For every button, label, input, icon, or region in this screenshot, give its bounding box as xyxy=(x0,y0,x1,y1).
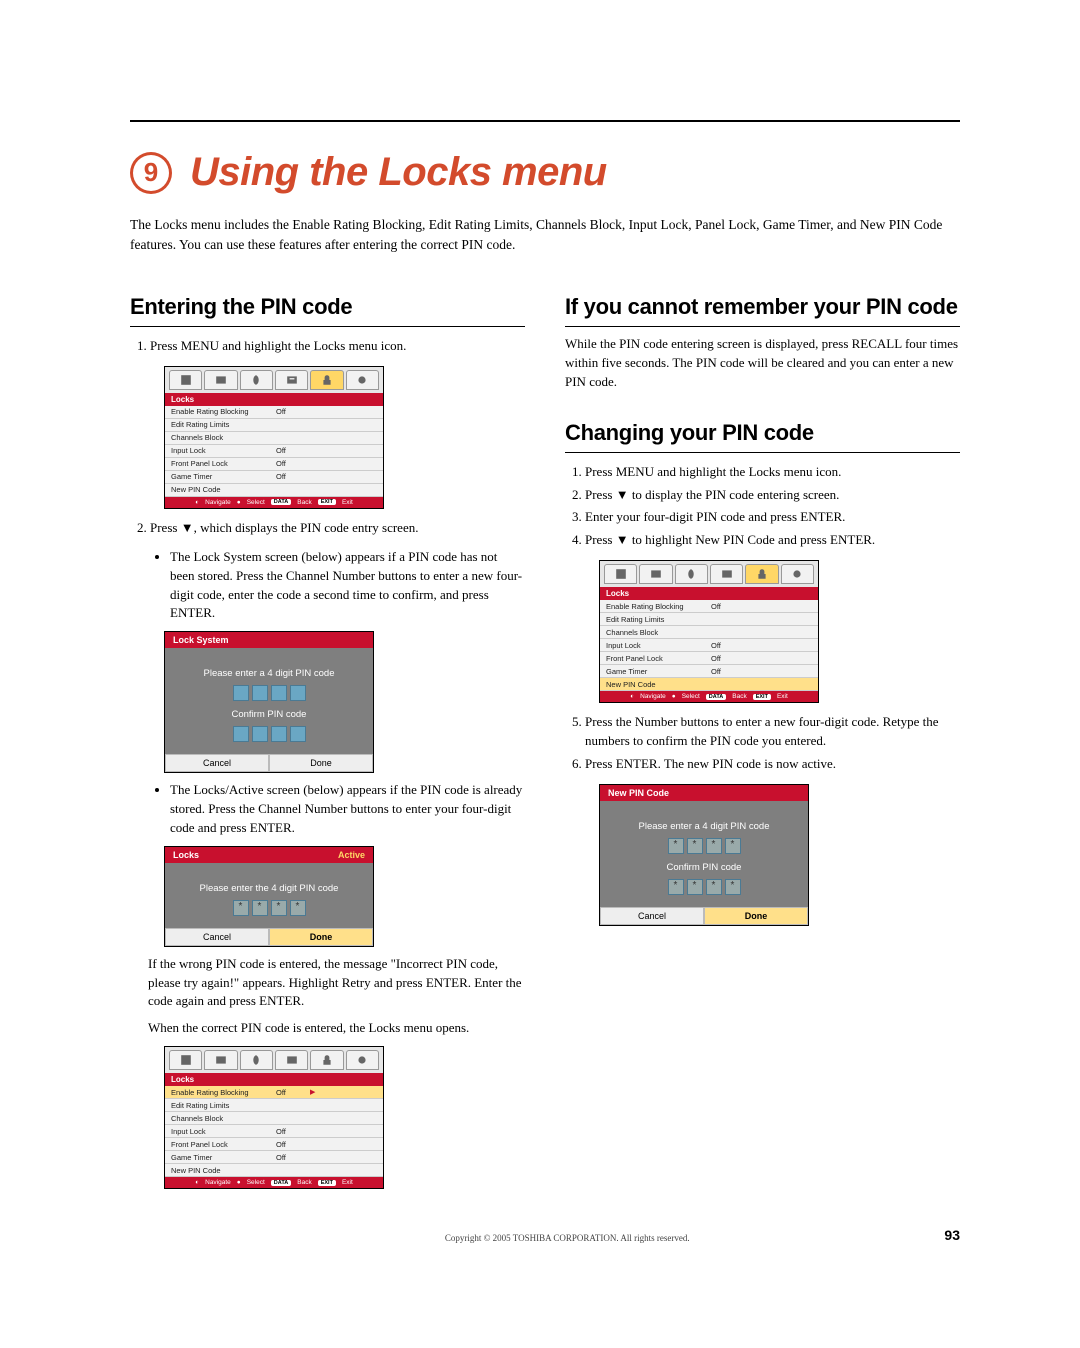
tab-icon xyxy=(169,370,202,390)
figure-locks-menu-1: Locks Enable Rating BlockingOff Edit Rat… xyxy=(164,366,384,509)
dialog-title-lock-system: Lock System xyxy=(165,632,373,648)
right-step4: Press ▼ to highlight New PIN Code and pr… xyxy=(585,531,960,550)
done-button[interactable]: Done xyxy=(269,754,373,772)
section-title-entering: Entering the PIN code xyxy=(130,294,525,327)
dialog-title-locks-active: Locks Active xyxy=(165,847,373,863)
section-title-cannot-remember: If you cannot remember your PIN code xyxy=(565,294,960,327)
chapter-header: 9 Using the Locks menu xyxy=(130,150,960,195)
tab-icon xyxy=(240,370,273,390)
left-step1: Press MENU and highlight the Locks menu … xyxy=(150,337,525,356)
tab-icon xyxy=(275,370,308,390)
right-step5: Press the Number buttons to enter a new … xyxy=(585,713,960,751)
left-bullet1: The Lock System screen (below) appears i… xyxy=(170,548,525,623)
right-para1: While the PIN code entering screen is di… xyxy=(565,335,960,392)
chapter-number: 9 xyxy=(130,152,172,194)
dialog-title-new-pin: New PIN Code xyxy=(600,785,808,801)
lock-icon xyxy=(745,564,778,584)
section-title-changing: Changing your PIN code xyxy=(565,420,960,453)
cancel-button[interactable]: Cancel xyxy=(165,928,269,946)
right-step6: Press ENTER. The new PIN code is now act… xyxy=(585,755,960,774)
cancel-button[interactable]: Cancel xyxy=(600,907,704,925)
left-para2: When the correct PIN code is entered, th… xyxy=(148,1019,525,1038)
tab-icon xyxy=(346,370,379,390)
done-button[interactable]: Done xyxy=(704,907,808,925)
left-step2: Press ▼, which displays the PIN code ent… xyxy=(150,519,525,538)
row-new-pin-code[interactable]: New PIN Code xyxy=(600,678,818,691)
figure-locks-menu-newpin: Locks Enable Rating BlockingOff Edit Rat… xyxy=(599,560,819,703)
right-step1: Press MENU and highlight the Locks menu … xyxy=(585,463,960,482)
tab-icon xyxy=(204,370,237,390)
row-enable-rating-blocking[interactable]: Enable Rating BlockingOff▶ xyxy=(165,1086,383,1099)
left-bullet2: The Locks/Active screen (below) appears … xyxy=(170,781,525,838)
done-button[interactable]: Done xyxy=(269,928,373,946)
figure-locks-active: Locks Active Please enter the 4 digit PI… xyxy=(164,846,374,947)
cancel-button[interactable]: Cancel xyxy=(165,754,269,772)
chevron-right-icon: ▶ xyxy=(310,1088,315,1097)
page-number: 93 xyxy=(944,1227,960,1243)
navbar: ◐Navigate ●Select DATABack EXITExit xyxy=(165,497,383,508)
right-column: If you cannot remember your PIN code Whi… xyxy=(565,284,960,1197)
right-step2: Press ▼ to display the PIN code entering… xyxy=(585,486,960,505)
copyright: Copyright © 2005 TOSHIBA CORPORATION. Al… xyxy=(190,1233,944,1243)
figure-new-pin-code: New PIN Code Please enter a 4 digit PIN … xyxy=(599,784,809,926)
intro-text: The Locks menu includes the Enable Ratin… xyxy=(130,215,960,254)
chapter-title: Using the Locks menu xyxy=(190,150,607,195)
top-rule xyxy=(130,120,960,122)
figure-lock-system: Lock System Please enter a 4 digit PIN c… xyxy=(164,631,374,773)
right-step3: Enter your four-digit PIN code and press… xyxy=(585,508,960,527)
left-column: Entering the PIN code Press MENU and hig… xyxy=(130,284,525,1197)
figure-locks-menu-open: Locks Enable Rating BlockingOff▶ Edit Ra… xyxy=(164,1046,384,1189)
locks-panel-title: Locks xyxy=(165,393,383,406)
lock-icon xyxy=(310,370,343,390)
chapter-number-badge: 9 xyxy=(130,152,172,194)
left-para1: If the wrong PIN code is entered, the me… xyxy=(148,955,525,1012)
